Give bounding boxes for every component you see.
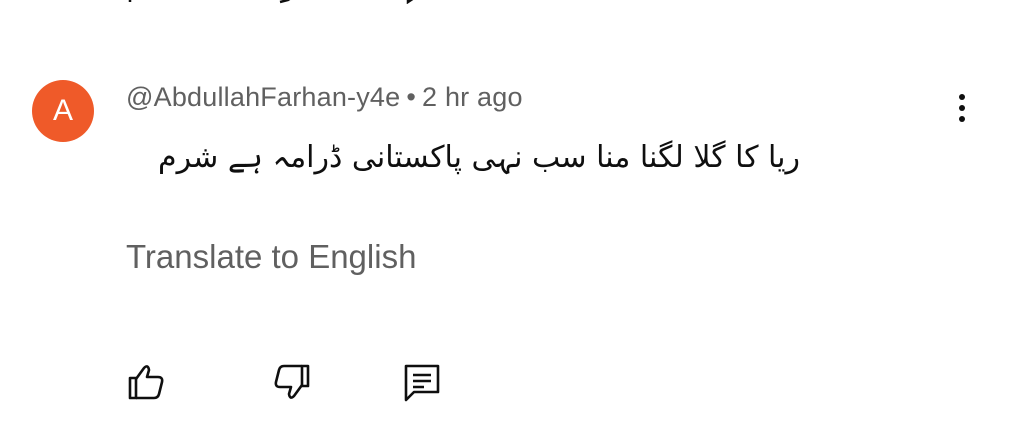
dislike-button[interactable]: [270, 360, 314, 404]
separator-dot: •: [406, 82, 417, 112]
more-dot: [959, 116, 965, 122]
comment-reply-icon: [404, 364, 440, 402]
author-handle[interactable]: @AbdullahFarhan-y4e: [126, 82, 400, 112]
comment-header: @AbdullahFarhan-y4e • 2 hr ago: [126, 82, 523, 113]
timestamp: 2 hr ago: [422, 82, 523, 112]
thumbs-up-icon[interactable]: [126, 0, 166, 4]
more-dot: [959, 105, 965, 111]
translate-link[interactable]: Translate to English: [126, 238, 416, 276]
more-vertical-icon: [959, 94, 965, 100]
comment-text: ریا کا گلا لگنا منا سب نہی پاکستانی ڈرام…: [158, 140, 800, 175]
like-button[interactable]: [124, 360, 168, 404]
comment-reply-icon[interactable]: [404, 0, 444, 4]
thumbs-up-icon: [128, 365, 164, 400]
thumbs-down-icon[interactable]: [274, 0, 314, 4]
more-options-button[interactable]: [944, 88, 980, 128]
thumbs-down-icon: [274, 364, 310, 399]
reply-button[interactable]: [400, 360, 444, 404]
comment-screen: A @AbdullahFarhan-y4e • 2 hr ago ریا کا گل…: [0, 0, 1024, 439]
avatar[interactable]: A: [32, 80, 94, 142]
